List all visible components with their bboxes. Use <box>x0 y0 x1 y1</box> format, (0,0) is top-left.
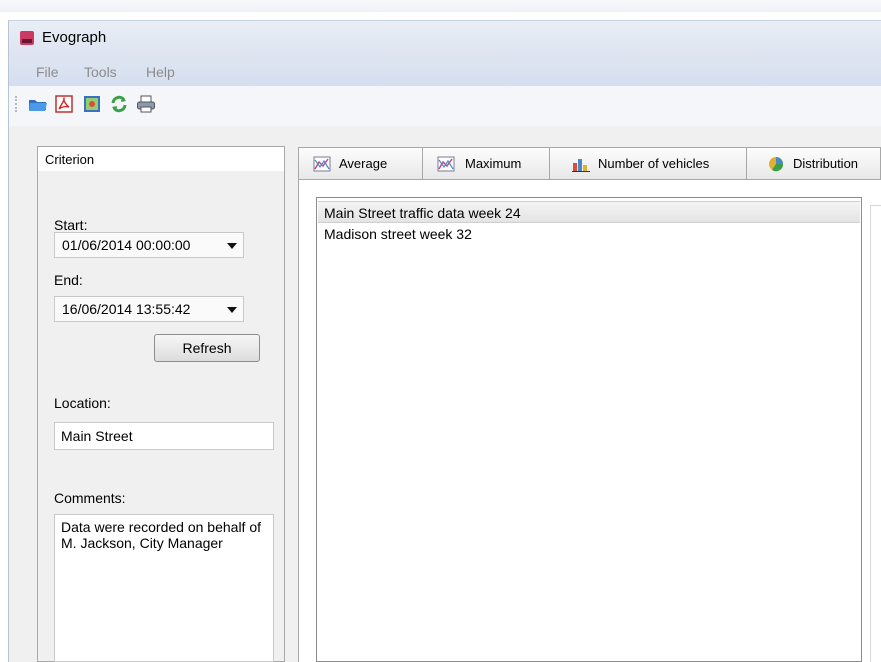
list-item-label: Main Street traffic data week 24 <box>324 205 521 221</box>
tab-distribution-label: Distribution <box>793 156 859 171</box>
line-chart-icon <box>437 156 455 172</box>
start-date-value: 01/06/2014 00:00:00 <box>62 237 191 253</box>
dataset-list[interactable]: Main Street traffic data week 24 Madison… <box>316 197 862 662</box>
toolbar <box>8 86 881 126</box>
location-label: Location: <box>54 395 111 411</box>
end-label: End: <box>54 272 83 288</box>
location-input[interactable] <box>54 422 274 450</box>
end-date-combo[interactable]: 16/06/2014 13:55:42 <box>54 296 244 322</box>
desktop-shade <box>0 0 881 12</box>
open-folder-icon[interactable] <box>28 94 48 114</box>
refresh-button[interactable]: Refresh <box>154 334 260 362</box>
end-date-value: 16/06/2014 13:55:42 <box>62 301 191 317</box>
menu-bar: File Tools Help <box>8 61 881 86</box>
window-title: Evograph <box>42 29 107 46</box>
tab-maximum[interactable]: Maximum <box>422 147 550 180</box>
pdf-icon[interactable] <box>54 94 74 114</box>
start-date-combo[interactable]: 01/06/2014 00:00:00 <box>54 232 244 258</box>
list-item[interactable]: Madison street week 32 <box>318 223 860 245</box>
image-export-icon[interactable] <box>82 94 102 114</box>
toolbar-grip-handle[interactable] <box>15 96 19 112</box>
comments-textarea[interactable]: Data were recorded on behalf of M. Jacks… <box>54 514 274 662</box>
line-chart-icon <box>313 156 331 172</box>
tab-maximum-label: Maximum <box>465 156 522 171</box>
list-item[interactable]: Main Street traffic data week 24 <box>318 201 860 223</box>
bar-chart-icon <box>572 159 590 172</box>
comments-label: Comments: <box>54 490 126 506</box>
menu-file[interactable]: File <box>36 64 59 80</box>
chevron-down-icon <box>227 307 237 313</box>
evograph-app-icon <box>20 31 34 45</box>
list-item-label: Madison street week 32 <box>324 226 472 242</box>
menu-help[interactable]: Help <box>146 64 175 80</box>
tab-number-of-vehicles[interactable]: Number of vehicles <box>549 147 747 180</box>
refresh-icon[interactable] <box>109 94 129 114</box>
criterion-header: Criterion <box>37 146 285 172</box>
start-label: Start: <box>54 217 88 233</box>
tab-number-of-vehicles-label: Number of vehicles <box>598 156 710 171</box>
tab-average[interactable]: Average <box>298 147 423 180</box>
criterion-title: Criterion <box>45 152 95 167</box>
chart-area <box>870 205 881 662</box>
chevron-down-icon <box>227 243 237 249</box>
tab-average-label: Average <box>339 156 388 171</box>
tab-distribution[interactable]: Distribution <box>746 147 881 180</box>
title-bar[interactable]: Evograph <box>8 20 881 61</box>
menu-tools[interactable]: Tools <box>84 64 117 80</box>
pie-chart-icon <box>769 157 784 172</box>
application-window: Evograph File Tools Help Criterion Start… <box>0 0 881 662</box>
print-icon[interactable] <box>136 94 156 114</box>
